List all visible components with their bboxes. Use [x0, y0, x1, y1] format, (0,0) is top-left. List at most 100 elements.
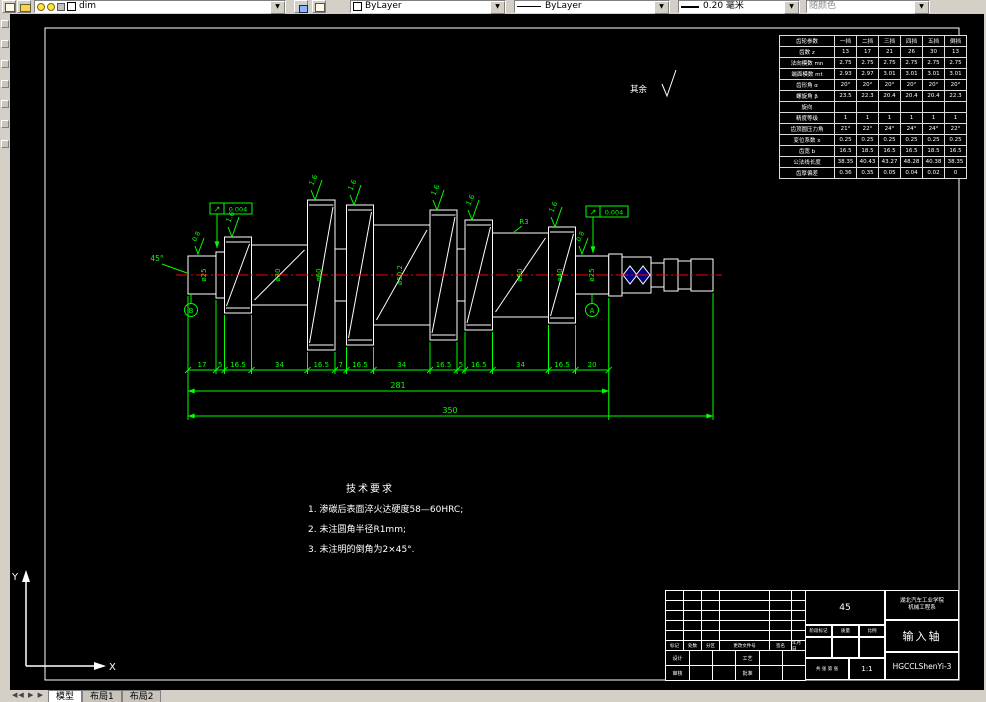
cad-application-window: dim ▼ ByLayer ▼ ByLayer ▼ 0.20 毫米 ▼ 随颜色 … — [0, 0, 986, 702]
current-linetype: ByLayer — [545, 1, 582, 11]
param-table-row: 螺旋角 β 23.5 22.3 20.4 20.4 20.4 22.3 — [779, 90, 967, 102]
layer-states-button[interactable] — [17, 0, 31, 13]
param-cell: 3.01 — [922, 68, 945, 80]
tool-button-5[interactable] — [1, 100, 9, 108]
signature-cell: 设计 — [665, 650, 690, 666]
current-color: ByLayer — [365, 1, 402, 11]
param-table-row: 端面模数 mt 2.93 2.97 3.01 3.01 3.01 3.01 — [779, 68, 967, 80]
stage-mark-box-3 — [859, 637, 885, 658]
param-cell: 0.05 — [878, 167, 901, 179]
scale-label: 比例 — [859, 625, 885, 637]
plotstyle-dropdown-arrow: ▼ — [914, 1, 929, 14]
tool-button-6[interactable] — [1, 120, 9, 128]
param-cell: 22.3 — [944, 90, 967, 102]
param-cell: 0.25 — [878, 134, 901, 146]
signature-cell — [759, 650, 783, 666]
draw-toolbar-strip — [0, 14, 10, 690]
param-table-row: 齿宽 b 16.5 18.5 16.5 16.5 18.5 16.5 — [779, 145, 967, 157]
param-cell: 1 — [922, 112, 945, 124]
ucs-y-label: Y — [11, 572, 19, 583]
tab-model[interactable]: 模型 — [47, 690, 82, 702]
tool-button-3[interactable] — [1, 60, 9, 68]
tool-button-2[interactable] — [1, 40, 9, 48]
linetype-glyph — [517, 6, 541, 7]
tolerance-symbol-1: ↗ — [214, 205, 221, 214]
param-cell: 20° — [922, 79, 945, 91]
organization-cell: 湖北汽车工业学院 机械工程系 — [885, 590, 959, 620]
linetype-dropdown-arrow[interactable]: ▼ — [654, 1, 669, 14]
model-space-canvas[interactable]: 17 5 16.5 34 16.5 7 16.5 34 16.5 5 16.5 34 16.5 20 28… — [10, 14, 984, 690]
param-cell: 1 — [856, 112, 879, 124]
tab-nav-arrows[interactable]: ◀◀ ▶ ▶ — [12, 691, 44, 699]
chain-dim-text: 7 — [339, 361, 343, 369]
param-row-label: 旋向 — [779, 101, 835, 113]
param-cell: 24° — [878, 123, 901, 135]
layer-previous-button[interactable] — [312, 0, 326, 13]
param-cell: 20.4 — [922, 90, 945, 102]
param-row-label: 端面模数 mt — [779, 68, 835, 80]
param-cell — [856, 101, 879, 113]
param-table-row: 齿轮参数 一挡 二挡 三挡 四挡 五挡 倒挡 — [779, 35, 967, 47]
diameter-label: ø25 — [200, 268, 208, 281]
param-table-row: 精度等级 1 1 1 1 1 1 — [779, 112, 967, 124]
part-name-cell: 输入轴 — [885, 620, 959, 652]
linetype-combobox[interactable]: ByLayer ▼ — [514, 0, 670, 14]
param-cell: 2.75 — [922, 57, 945, 69]
chain-dim-text: 16.5 — [230, 361, 246, 369]
diameter-label: ø50.2 — [396, 265, 404, 285]
tolerance-value-2: 0.004 — [605, 209, 624, 217]
diameter-label: ø40 — [556, 268, 564, 281]
param-cell: 13 — [834, 46, 857, 58]
tech-requirement-2: 2. 未注圆角半径R1mm; — [308, 525, 406, 535]
drawing-number-cell: HGCCLShenYi-3 — [885, 652, 959, 680]
param-table-row: 齿形角 α 20° 20° 20° 20° 20° 20° — [779, 79, 967, 91]
roughness-value: 0.8 — [575, 230, 587, 243]
param-table-column-header: 五挡 — [922, 35, 945, 47]
ucs-x-label: X — [109, 662, 116, 673]
gear-parameter-table: 齿轮参数 一挡 二挡 三挡 四挡 五挡 倒挡 齿数 z 13 17 21 26 30 13 法向模数 mn 2… — [779, 35, 967, 179]
organization-line-2: 机械工程系 — [908, 605, 936, 611]
param-cell: 2.93 — [834, 68, 857, 80]
lineweight-combobox[interactable]: 0.20 毫米 ▼ — [678, 0, 800, 14]
param-table-row: 齿数 z 13 17 21 26 30 13 — [779, 46, 967, 58]
tab-layout2[interactable]: 布局2 — [121, 690, 162, 702]
lineweight-dropdown-arrow[interactable]: ▼ — [784, 1, 799, 14]
param-cell: 0.25 — [944, 134, 967, 146]
param-cell: 1 — [944, 112, 967, 124]
tab-layout1[interactable]: 布局1 — [82, 690, 122, 702]
param-cell: 22° — [944, 123, 967, 135]
layer-states-icon — [20, 4, 31, 12]
layers-dialog-button[interactable] — [2, 0, 16, 13]
tool-button-1[interactable] — [1, 20, 9, 28]
param-cell — [944, 101, 967, 113]
roughness-value: 1.6 — [430, 183, 442, 197]
title-block: 标记 处数 分区 更改文件号 签名 年月日 设计 工艺 审核 批准 45 阶段标记 质量 比例 … — [665, 590, 959, 681]
scale-value-cell: 1:1 — [849, 658, 885, 680]
param-row-label: 变位系数 x — [779, 134, 835, 146]
color-combobox[interactable]: ByLayer ▼ — [350, 0, 506, 14]
param-row-label: 公法线长度 — [779, 156, 835, 168]
param-cell: 20° — [834, 79, 857, 91]
layer-combobox[interactable]: dim ▼ — [34, 0, 286, 14]
param-cell: 0.25 — [856, 134, 879, 146]
param-table-row: 齿厚偏差 0.36 0.35 0.05 0.04 0.02 0 — [779, 167, 967, 179]
chain-dim-text: 16.5 — [313, 361, 329, 369]
signature-cell: 审核 — [665, 665, 690, 681]
technical-requirements: 技术要求 1. 渗碳后表面淬火达硬度58—60HRC; 2. 未注圆角半径R1m… — [308, 480, 463, 555]
diameter-label: ø50 — [516, 268, 524, 281]
make-layer-current-button[interactable] — [294, 0, 308, 13]
param-row-label: 精度等级 — [779, 112, 835, 124]
param-row-label: 齿数 z — [779, 46, 835, 58]
color-dropdown-arrow[interactable]: ▼ — [490, 1, 505, 14]
current-layer-name: dim — [79, 1, 96, 11]
param-cell: 3.01 — [878, 68, 901, 80]
param-table-row: 公法线长度 38.35 40.43 43.27 48.28 40.38 38.35 — [779, 156, 967, 168]
tool-button-4[interactable] — [1, 80, 9, 88]
param-cell: 0.02 — [922, 167, 945, 179]
param-cell: 2.75 — [878, 57, 901, 69]
roughness-value: 1.6 — [465, 193, 477, 207]
param-row-label: 齿宽 b — [779, 145, 835, 157]
layout-tab-bar: ◀◀ ▶ ▶ 模型 布局1 布局2 — [0, 690, 986, 702]
tool-button-7[interactable] — [1, 140, 9, 148]
layer-dropdown-arrow[interactable]: ▼ — [270, 1, 285, 14]
